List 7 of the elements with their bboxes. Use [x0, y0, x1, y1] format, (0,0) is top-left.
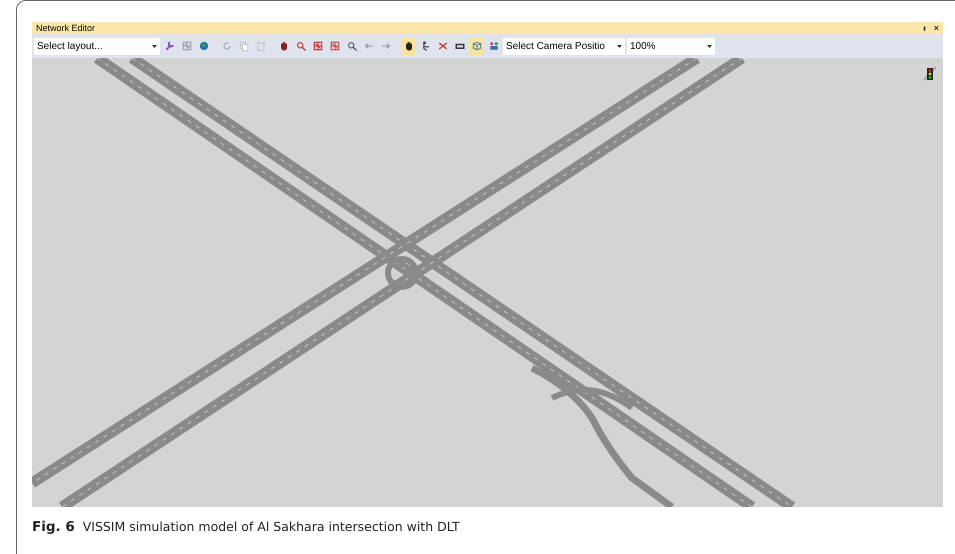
camera-dropdown[interactable]: Select Camera Positio: [503, 38, 625, 54]
layout-dropdown[interactable]: Select layout...: [34, 38, 160, 54]
figure-caption: Fig. 6 VISSIM simulation model of Al Sakhara intersection with DLT: [32, 519, 460, 535]
window-title: Network Editor: [36, 23, 96, 33]
close-button[interactable]: ×: [934, 24, 939, 32]
pin-button[interactable]: ᵼ: [923, 24, 926, 32]
zoom-dropdown[interactable]: 100%: [627, 38, 715, 54]
